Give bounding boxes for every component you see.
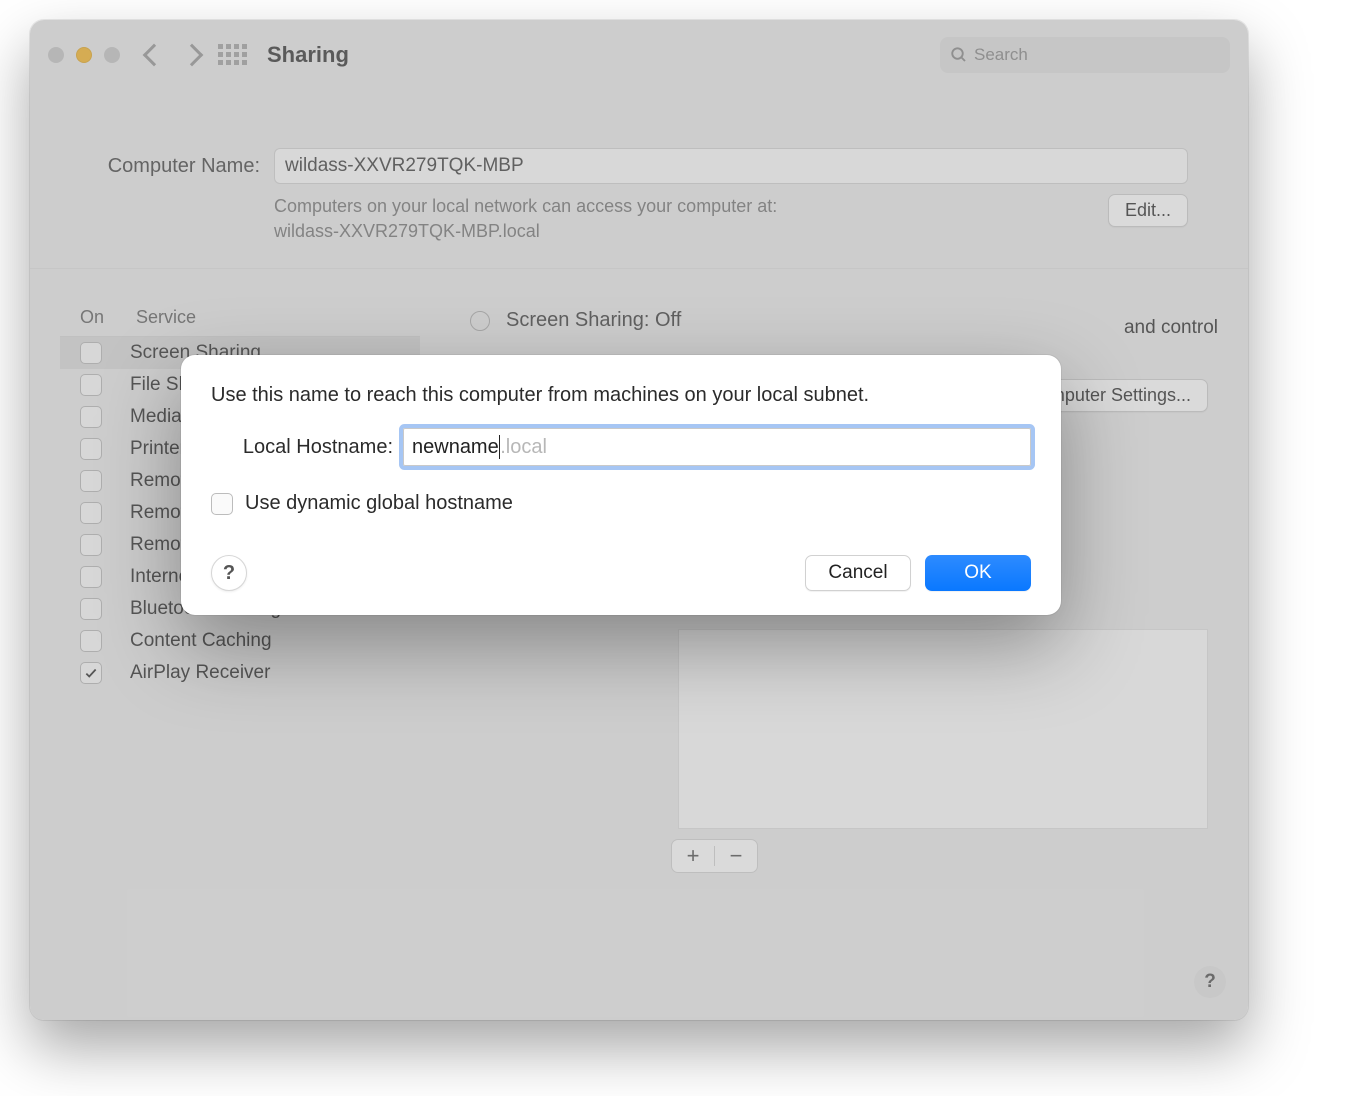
- service-checkbox[interactable]: [80, 342, 102, 364]
- col-on: On: [80, 307, 136, 328]
- col-service: Service: [136, 307, 196, 328]
- service-checkbox[interactable]: [80, 598, 102, 620]
- search-icon: [950, 46, 968, 64]
- computer-name-section: Computer Name: wildass-XXVR279TQK-MBP Co…: [30, 90, 1248, 269]
- dynamic-hostname-checkbox[interactable]: [211, 493, 233, 515]
- dialog-message: Use this name to reach this computer fro…: [211, 381, 1031, 410]
- sidebar-header: On Service: [60, 299, 420, 337]
- edit-hostname-button[interactable]: Edit...: [1108, 194, 1188, 227]
- hostname-value: newname: [412, 436, 499, 459]
- service-checkbox[interactable]: [80, 630, 102, 652]
- window-controls: [48, 47, 120, 63]
- minimize-window-button[interactable]: [76, 47, 92, 63]
- service-checkbox[interactable]: [80, 566, 102, 588]
- nav-buttons: [146, 47, 200, 63]
- computer-name-field[interactable]: wildass-XXVR279TQK-MBP: [274, 148, 1188, 184]
- dynamic-hostname-label: Use dynamic global hostname: [245, 492, 513, 515]
- computer-name-label: Computer Name:: [90, 155, 260, 178]
- help-button[interactable]: ?: [1194, 966, 1226, 998]
- service-checkbox[interactable]: [80, 406, 102, 428]
- service-checkbox[interactable]: [80, 470, 102, 492]
- hostname-row: Local Hostname: newname.local: [211, 428, 1031, 466]
- service-checkbox[interactable]: [80, 374, 102, 396]
- edit-hostname-dialog: Use this name to reach this computer fro…: [181, 355, 1061, 615]
- service-checkbox[interactable]: [80, 502, 102, 524]
- back-button[interactable]: [143, 43, 166, 66]
- hostname-suffix: .local: [500, 436, 547, 459]
- remove-button[interactable]: −: [715, 843, 757, 869]
- ok-button[interactable]: OK: [925, 555, 1031, 591]
- description-fragment: and control: [1124, 317, 1218, 339]
- dialog-footer: ? Cancel OK: [211, 555, 1031, 591]
- hostname-label: Local Hostname:: [211, 436, 403, 459]
- service-label: AirPlay Receiver: [130, 662, 270, 684]
- status-indicator-icon: [470, 311, 490, 331]
- cancel-button[interactable]: Cancel: [805, 555, 911, 591]
- service-label: Content Caching: [130, 630, 272, 652]
- show-all-icon[interactable]: [218, 44, 247, 65]
- service-checkbox[interactable]: [80, 438, 102, 460]
- window-title: Sharing: [267, 42, 349, 68]
- close-window-button[interactable]: [48, 47, 64, 63]
- search-input[interactable]: Search: [940, 37, 1230, 73]
- toolbar: Sharing Search: [30, 20, 1248, 90]
- forward-button[interactable]: [181, 43, 204, 66]
- dynamic-hostname-row: Use dynamic global hostname: [211, 492, 1031, 515]
- service-checkbox[interactable]: [80, 662, 102, 684]
- add-remove-controls: + −: [671, 839, 758, 873]
- service-status-text: Screen Sharing: Off: [506, 309, 681, 332]
- allowed-users-list[interactable]: [678, 629, 1208, 829]
- service-checkbox[interactable]: [80, 534, 102, 556]
- computer-name-hint: Computers on your local network can acce…: [274, 194, 1094, 244]
- dialog-help-button[interactable]: ?: [211, 555, 247, 591]
- service-row[interactable]: Content Caching: [60, 625, 420, 657]
- service-row[interactable]: AirPlay Receiver: [60, 657, 420, 689]
- search-placeholder: Search: [974, 45, 1028, 65]
- hostname-input[interactable]: newname.local: [403, 428, 1031, 466]
- add-button[interactable]: +: [672, 843, 714, 869]
- service-status-row: Screen Sharing: Off: [470, 309, 1188, 332]
- zoom-window-button[interactable]: [104, 47, 120, 63]
